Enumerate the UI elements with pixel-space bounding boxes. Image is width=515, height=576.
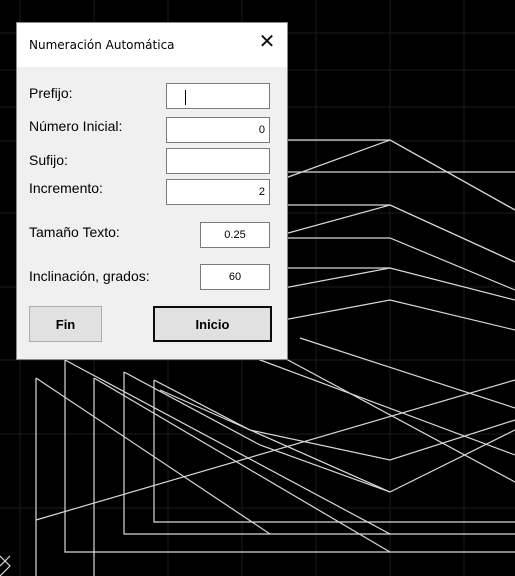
fin-button[interactable]: Fin [29,306,102,342]
prefix-label: Prefijo: [29,85,73,101]
inclination-label: Inclinación, grados: [29,268,150,284]
start-number-input[interactable] [166,117,270,143]
increment-input[interactable] [166,179,270,205]
close-icon[interactable]: ✕ [247,23,287,59]
inclination-input[interactable] [200,264,270,290]
start-number-label: Número Inicial: [29,118,123,134]
prefix-input[interactable] [166,83,270,109]
increment-label: Incremento: [29,180,103,196]
suffix-label: Sufijo: [29,152,68,168]
text-size-input[interactable] [200,222,270,248]
suffix-input[interactable] [166,148,270,174]
inicio-button[interactable]: Inicio [153,306,272,342]
dialog-title: Numeración Automática [29,38,175,52]
text-caret [185,90,186,105]
auto-numbering-dialog: Numeración Automática ✕ Prefijo: Número … [16,22,288,360]
dialog-titlebar[interactable]: Numeración Automática ✕ [17,23,287,67]
text-size-label: Tamaño Texto: [29,224,120,240]
